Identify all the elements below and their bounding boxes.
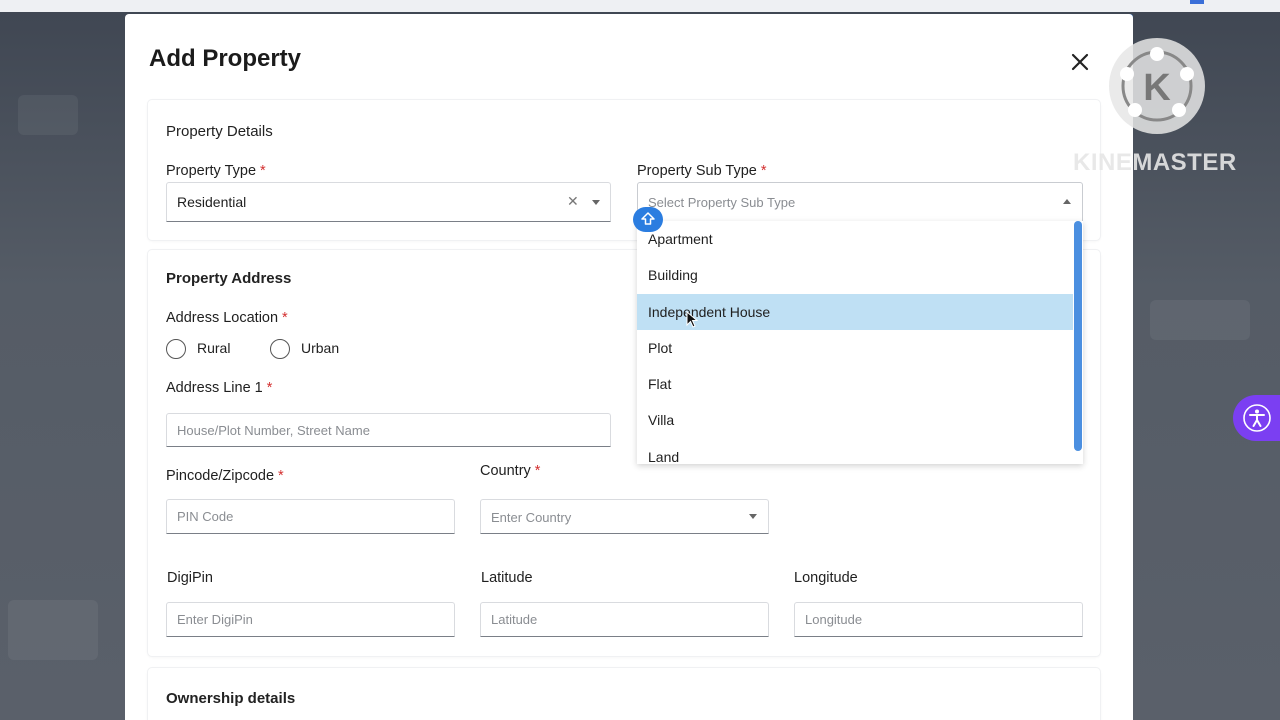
- menu-item-building[interactable]: Building: [637, 257, 1073, 293]
- longitude-input[interactable]: [805, 603, 1072, 635]
- property-details-heading: Property Details: [166, 123, 273, 140]
- property-type-select[interactable]: Residential ✕: [166, 182, 611, 222]
- required-mark: *: [760, 163, 767, 179]
- address-location-label: Address Location *: [166, 310, 288, 326]
- address-location-label-text: Address Location: [166, 310, 279, 326]
- country-label-text: Country: [480, 463, 531, 479]
- menu-item-land[interactable]: Land: [637, 439, 1073, 464]
- backdrop-blob: [8, 600, 98, 660]
- backdrop-blob: [1150, 300, 1250, 340]
- required-mark: *: [282, 310, 288, 326]
- menu-item-flat[interactable]: Flat: [637, 366, 1073, 402]
- property-sub-type-menu: Apartment Building Independent House Plo…: [637, 221, 1083, 464]
- pincode-label-text: Pincode/Zipcode: [166, 468, 275, 484]
- country-placeholder: Enter Country: [491, 510, 572, 525]
- property-type-label-text: Property Type: [166, 163, 257, 179]
- property-address-heading: Property Address: [166, 270, 292, 287]
- kinemaster-logo-letter: K: [1143, 67, 1171, 109]
- address-line-1-field[interactable]: [166, 413, 611, 447]
- radio-rural[interactable]: [166, 339, 186, 359]
- address-line-1-input[interactable]: [177, 414, 600, 446]
- required-mark: *: [260, 163, 266, 179]
- property-sub-type-label: Property Sub Type *: [637, 163, 767, 179]
- digipin-input[interactable]: [177, 603, 444, 635]
- address-line-1-label: Address Line 1 *: [166, 380, 272, 396]
- menu-item-apartment[interactable]: Apartment: [637, 221, 1073, 257]
- property-sub-type-select[interactable]: Select Property Sub Type: [637, 182, 1083, 222]
- chevron-down-icon: [749, 514, 757, 519]
- latitude-label: Latitude: [481, 570, 533, 586]
- chevron-up-icon: [1063, 199, 1071, 204]
- property-type-label: Property Type *: [166, 163, 266, 179]
- required-mark: *: [534, 463, 541, 479]
- menu-item-villa[interactable]: Villa: [637, 402, 1073, 438]
- close-button[interactable]: [1068, 50, 1092, 74]
- up-arrow-icon: [641, 212, 655, 225]
- menu-scrollbar[interactable]: [1074, 221, 1082, 451]
- pincode-field[interactable]: [166, 499, 455, 534]
- longitude-label: Longitude: [794, 570, 858, 586]
- digipin-label: DigiPin: [167, 570, 213, 586]
- ownership-heading: Ownership details: [166, 690, 296, 707]
- backdrop-blob: [18, 95, 78, 135]
- modal-title: Add Property: [149, 45, 302, 72]
- latitude-input[interactable]: [491, 603, 758, 635]
- required-mark: *: [266, 380, 273, 396]
- country-select[interactable]: Enter Country: [480, 499, 769, 534]
- pincode-input[interactable]: [177, 500, 444, 532]
- close-icon: [1071, 53, 1089, 71]
- accessibility-icon: [1243, 404, 1271, 432]
- menu-item-plot[interactable]: Plot: [637, 330, 1073, 366]
- radio-urban-label: Urban: [301, 340, 340, 356]
- accessibility-button[interactable]: [1233, 395, 1280, 441]
- property-sub-type-label-text: Property Sub Type: [637, 163, 757, 179]
- kinemaster-logo: K: [1109, 38, 1205, 134]
- latitude-field[interactable]: [480, 602, 769, 637]
- longitude-field[interactable]: [794, 602, 1083, 637]
- floating-badge[interactable]: [633, 207, 663, 232]
- backdrop-topbar: [0, 0, 1280, 12]
- country-label: Country *: [480, 463, 540, 479]
- property-type-value: Residential: [177, 194, 247, 210]
- clear-icon[interactable]: ✕: [567, 193, 579, 210]
- kinemaster-logo-icon: K: [1120, 47, 1194, 122]
- backdrop-topbar-icon: [1190, 0, 1204, 4]
- property-sub-type-placeholder: Select Property Sub Type: [648, 195, 796, 210]
- digipin-field[interactable]: [166, 602, 455, 637]
- chevron-down-icon: [592, 200, 600, 205]
- pincode-label: Pincode/Zipcode *: [166, 468, 284, 484]
- ownership-card: Ownership details: [148, 668, 1100, 720]
- menu-item-independent-house[interactable]: Independent House: [637, 294, 1073, 330]
- kinemaster-watermark: KINEMASTER: [1073, 149, 1237, 176]
- mouse-cursor-icon: [686, 311, 698, 328]
- required-mark: *: [278, 468, 284, 484]
- address-line-1-label-text: Address Line 1: [166, 380, 263, 396]
- property-details-card: Property Details Property Type * Resident…: [148, 100, 1100, 240]
- radio-rural-label: Rural: [197, 340, 231, 356]
- radio-urban[interactable]: [270, 339, 290, 359]
